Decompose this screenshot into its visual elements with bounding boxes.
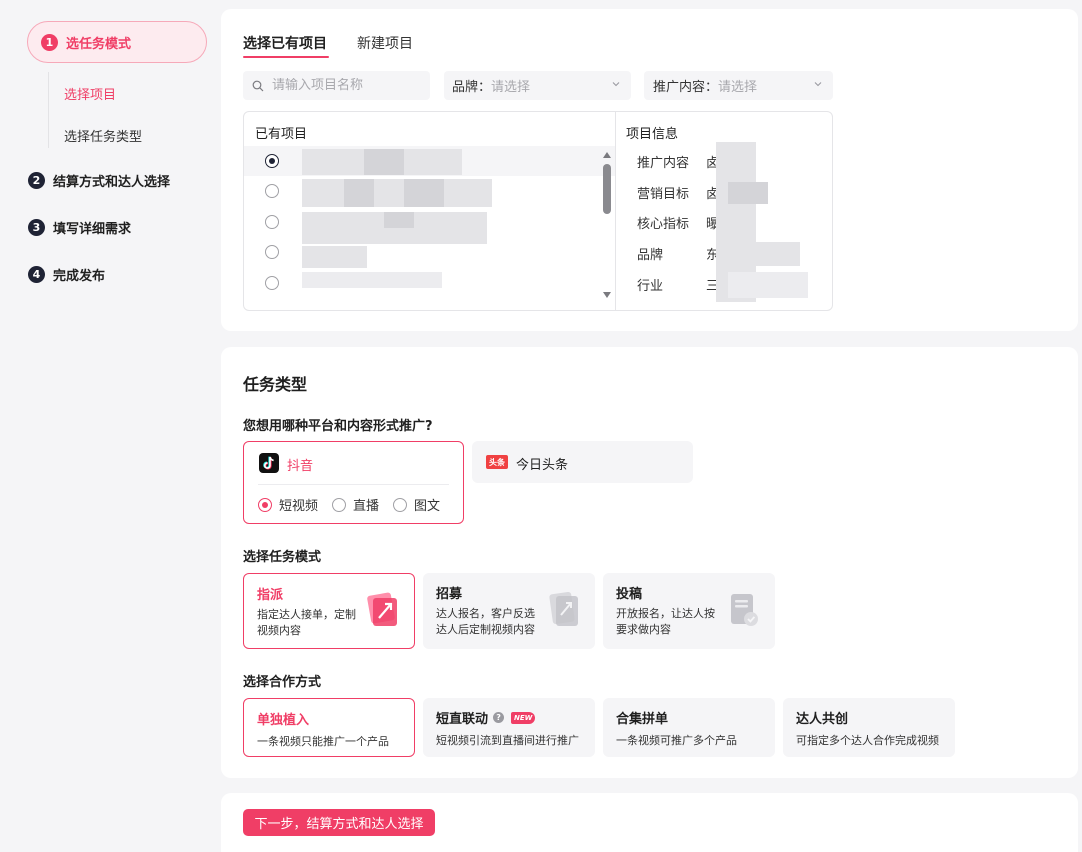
help-icon[interactable]: ? (493, 712, 505, 723)
info-label-industry: 行业 (637, 279, 664, 294)
mode-name: 招募 (436, 587, 463, 602)
mode-desc: 达人报名，客户反选达人后定制视频内容 (436, 607, 535, 636)
coop-mode-title: 选择合作方式 (243, 675, 322, 690)
substep-list: 选择项目 选择任务类型 (48, 72, 142, 148)
task-type-title: 任务类型 (243, 375, 308, 394)
step-number: 3 (28, 219, 45, 236)
scroll-thumb[interactable] (603, 164, 611, 214)
coop-desc: 一条视频只能推广一个产品 (257, 735, 389, 748)
project-radio[interactable] (265, 215, 279, 229)
coop-desc: 可指定多个达人合作完成视频 (796, 734, 939, 747)
content-select[interactable]: 推广内容： 请选择 (644, 71, 833, 100)
platform-option-toutiao[interactable]: 头条 今日头条 (472, 441, 693, 483)
sidebar: 1 选任务模式 选择项目 选择任务类型 2 结算方式和达人选择 3 填写详细需求… (0, 0, 220, 852)
scroll-up-icon[interactable] (603, 152, 611, 158)
step-publish[interactable]: 4 完成发布 (28, 265, 105, 284)
format-image-text[interactable]: 图文 (393, 495, 440, 514)
step-select-task-mode[interactable]: 1 选任务模式 (27, 21, 207, 63)
step-fill-details[interactable]: 3 填写详细需求 (28, 218, 131, 237)
next-step-button[interactable]: 下一步，结算方式和达人选择 (243, 809, 435, 836)
active-tab-indicator (243, 56, 329, 58)
douyin-logo-icon (259, 453, 279, 473)
coop-option-single[interactable]: 单独植入 一条视频只能推广一个产品 (243, 698, 415, 757)
platform-name-douyin: 抖音 (287, 459, 314, 474)
project-radio[interactable] (265, 245, 279, 259)
coop-desc: 短视频引流到直播间进行推广 (436, 734, 579, 747)
search-icon (252, 80, 264, 91)
scroll-down-icon[interactable] (603, 292, 611, 298)
info-label-brand: 品牌 (637, 248, 664, 263)
mode-option-recruit[interactable]: 招募 达人报名，客户反选达人后定制视频内容 (423, 573, 595, 649)
mode-desc: 指定达人接单，定制视频内容 (257, 608, 356, 637)
assign-illustration-icon (367, 592, 397, 626)
info-label-goal: 营销目标 (637, 187, 690, 202)
format-label: 图文 (414, 499, 441, 514)
platform-name-toutiao: 今日头条 (516, 458, 569, 473)
brand-select-label: 品牌： (452, 80, 492, 95)
chevron-down-icon (612, 82, 620, 87)
project-list-scrollbar[interactable] (602, 152, 612, 298)
substep-select-project[interactable]: 选择项目 (64, 84, 116, 103)
mode-name: 指派 (257, 588, 284, 603)
step-label: 完成发布 (53, 269, 106, 284)
project-search-box[interactable] (243, 71, 430, 100)
step-number: 1 (41, 33, 58, 51)
coop-option-short-live[interactable]: 短直联动 ? NEW 短视频引流到直播间进行推广 (423, 698, 595, 757)
coop-desc: 一条视频可推广多个产品 (616, 734, 737, 747)
step-label: 填写详细需求 (53, 222, 132, 237)
project-card: 选择已有项目 新建项目 品牌： 请选择 推广内容： 请选择 已有项目 (221, 9, 1078, 331)
toutiao-logo-icon: 头条 (486, 455, 508, 469)
brand-select[interactable]: 品牌： 请选择 (444, 71, 631, 100)
task-mode-title: 选择任务模式 (243, 550, 322, 565)
platform-question: 您想用哪种平台和内容形式推广? (243, 419, 433, 434)
coop-name-wrap: 短直联动 ? NEW (436, 708, 536, 727)
format-live[interactable]: 直播 (332, 495, 379, 514)
step-settlement-and-creator[interactable]: 2 结算方式和达人选择 (28, 171, 170, 190)
project-table: 已有项目 项目信息 推广内容 营销目标 核心指标 品牌 行业 卤 卤 曝 东 三 (243, 111, 833, 311)
coop-name: 短直联动 (436, 712, 489, 727)
content-select-label: 推广内容： (653, 80, 719, 95)
format-label: 直播 (353, 499, 380, 514)
step-label: 选任务模式 (66, 36, 132, 52)
platform-divider (258, 484, 449, 485)
format-radio[interactable] (332, 497, 346, 512)
substep-select-task-type[interactable]: 选择任务类型 (64, 126, 142, 145)
mode-option-assign[interactable]: 指派 指定达人接单，定制视频内容 (243, 573, 415, 649)
footer-card: 下一步，结算方式和达人选择 (221, 793, 1078, 852)
coop-name: 合集拼单 (616, 712, 669, 727)
mode-option-submission[interactable]: 投稿 开放报名，让达人按要求做内容 (603, 573, 775, 649)
tab-new-project[interactable]: 新建项目 (357, 33, 413, 53)
project-search-input[interactable] (272, 78, 422, 93)
task-type-card: 任务类型 您想用哪种平台和内容形式推广? 抖音 短视频 直播 图文 头条 今日头… (221, 347, 1078, 778)
info-label-content: 推广内容 (637, 156, 690, 171)
step-number: 2 (28, 172, 45, 189)
coop-option-co-create[interactable]: 达人共创 可指定多个达人合作完成视频 (783, 698, 955, 757)
project-radio[interactable] (265, 154, 279, 168)
content-select-placeholder: 请选择 (718, 80, 758, 95)
format-label: 短视频 (279, 499, 319, 514)
recruit-illustration-icon (549, 592, 578, 626)
submission-illustration-icon (731, 594, 758, 626)
coop-option-bundle[interactable]: 合集拼单 一条视频可推广多个产品 (603, 698, 775, 757)
info-label-metric: 核心指标 (637, 217, 690, 232)
format-short-video[interactable]: 短视频 (258, 495, 318, 514)
chevron-down-icon (814, 82, 822, 87)
project-radio[interactable] (265, 184, 279, 198)
brand-select-placeholder: 请选择 (491, 80, 531, 95)
mode-name: 投稿 (616, 587, 643, 602)
platform-option-douyin[interactable]: 抖音 短视频 直播 图文 (243, 441, 464, 524)
new-badge: NEW (511, 711, 536, 724)
project-info-header: 项目信息 (626, 127, 679, 142)
info-divider (615, 112, 616, 310)
tab-existing-project[interactable]: 选择已有项目 (243, 33, 327, 53)
coop-name: 单独植入 (257, 713, 310, 728)
format-radio[interactable] (393, 497, 407, 512)
project-radio[interactable] (265, 276, 279, 290)
format-radio[interactable] (258, 497, 272, 512)
project-list-header: 已有项目 (255, 127, 308, 142)
step-label: 结算方式和达人选择 (53, 175, 171, 190)
step-number: 4 (28, 266, 45, 283)
mode-desc: 开放报名，让达人按要求做内容 (616, 607, 715, 636)
coop-name: 达人共创 (796, 712, 849, 727)
